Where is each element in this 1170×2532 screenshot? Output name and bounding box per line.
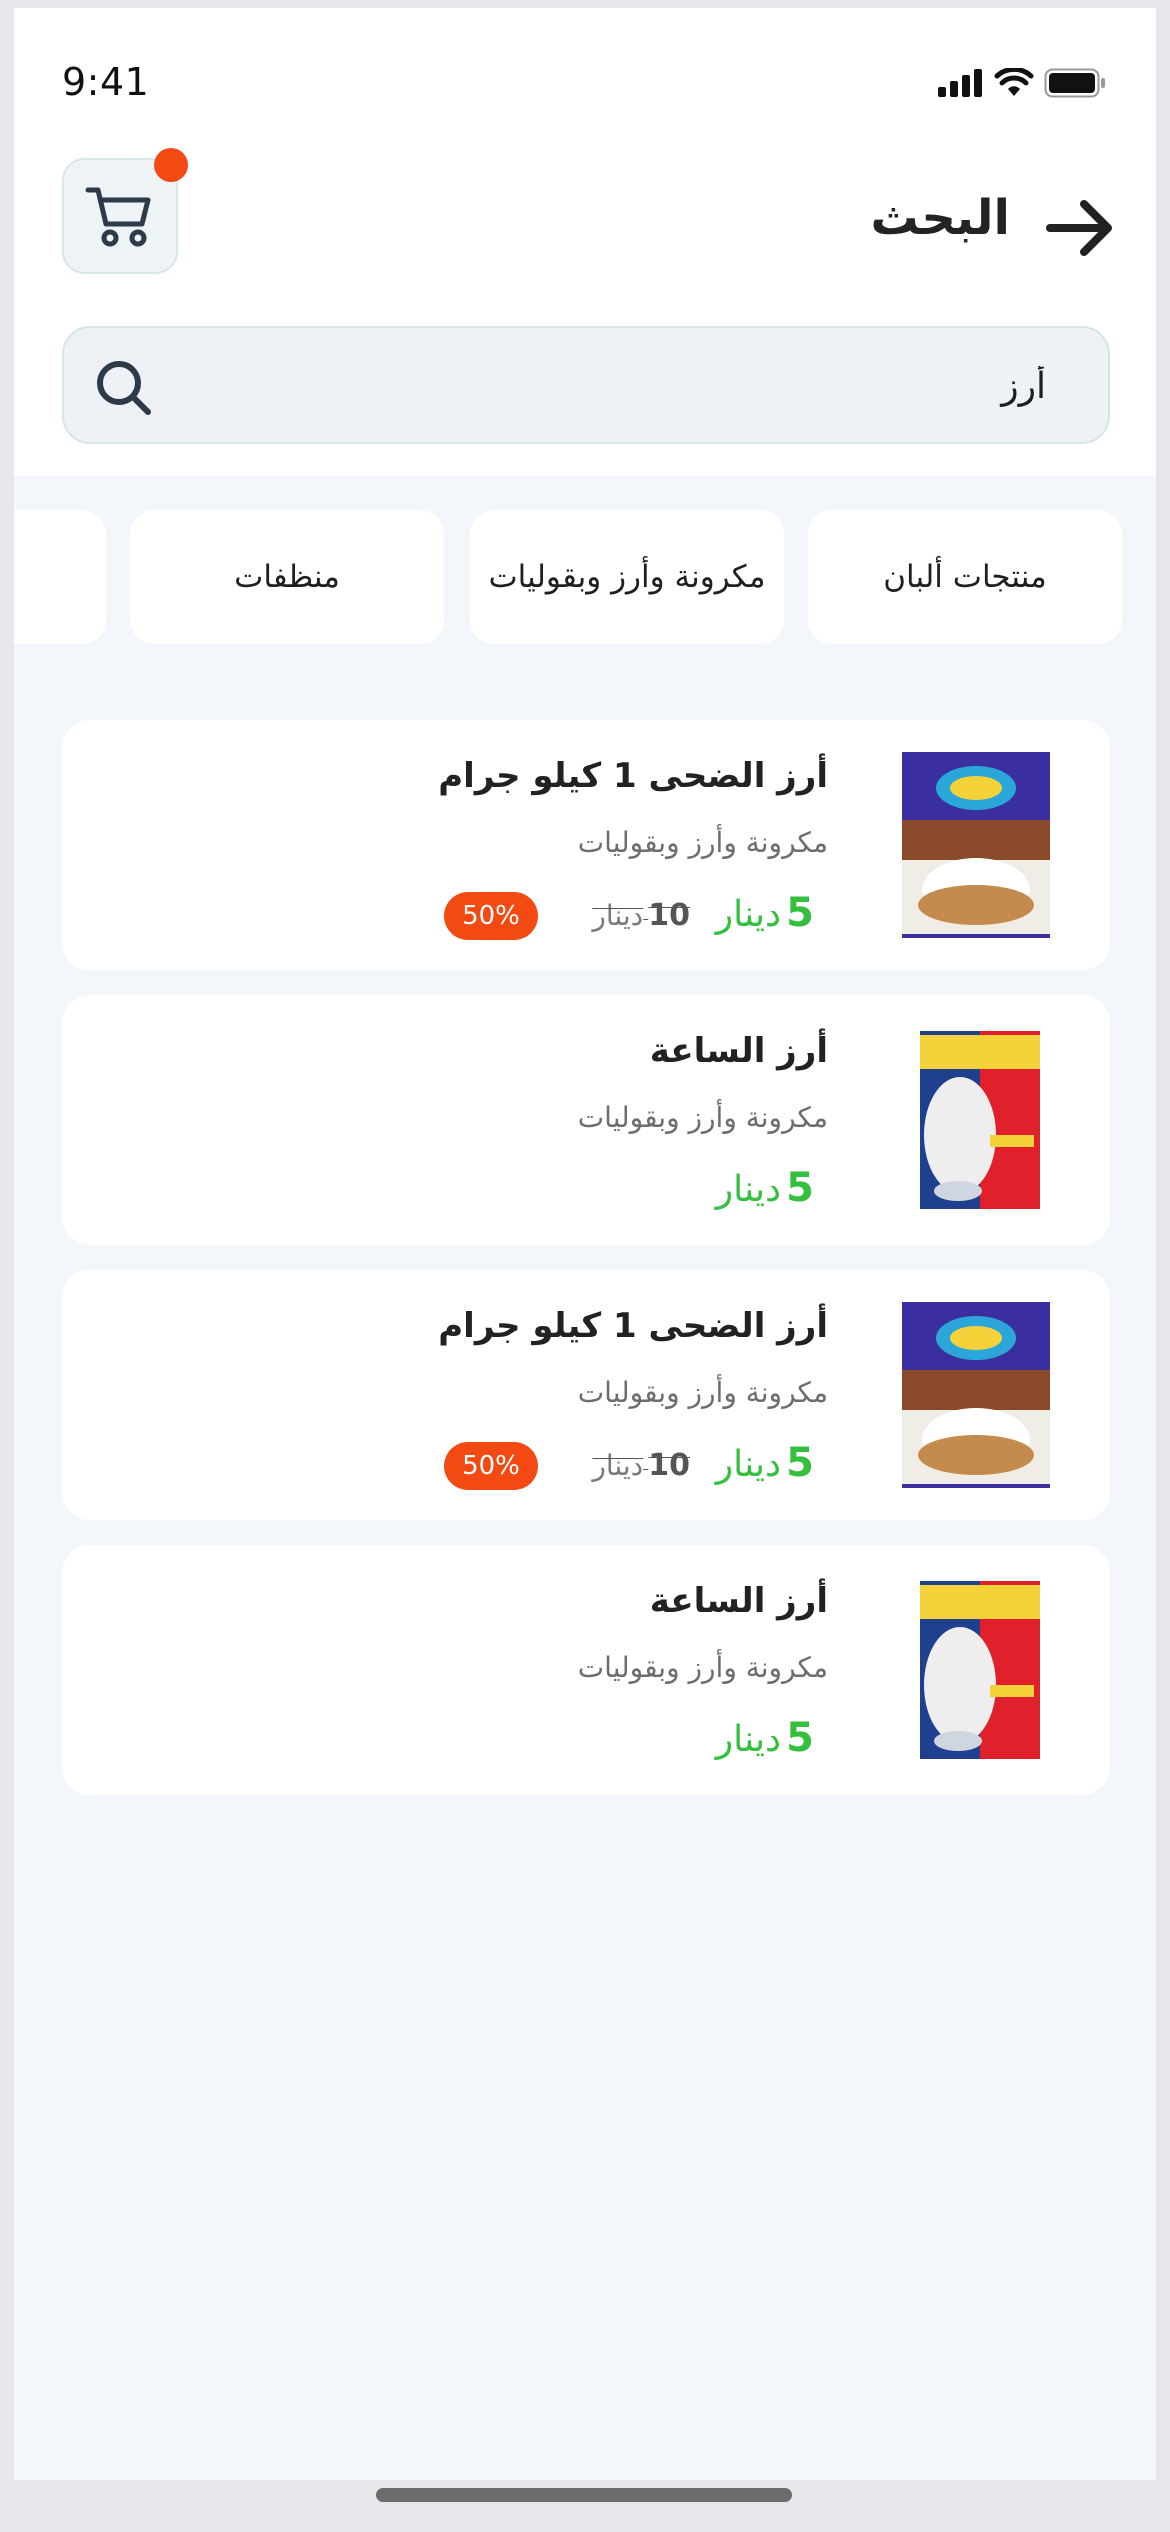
status-icons	[938, 68, 1106, 98]
product-price: 5 دينار	[716, 1440, 814, 1486]
page-title: البحث	[870, 190, 1010, 246]
category-chip-pasta-rice[interactable]: مكرونة وأرز وبقوليات	[470, 510, 784, 644]
product-old-price: 10 دينار	[592, 1448, 690, 1483]
price-currency: دينار	[715, 1169, 782, 1210]
product-name: أرز الساعة	[649, 1031, 828, 1071]
product-category: مكرونة وأرز وبقوليات	[577, 1651, 828, 1684]
product-image-ad-doha-rice	[902, 752, 1050, 938]
old-price-value: 10	[648, 1448, 690, 1483]
product-price: 5 دينار	[716, 890, 814, 936]
battery-icon	[1044, 68, 1105, 98]
price-value: 5	[786, 890, 814, 936]
search-input[interactable]	[244, 328, 1048, 444]
product-card[interactable]: أرز الساعة مكرونة وأرز وبقوليات 5 دينار	[62, 1545, 1110, 1795]
product-category: مكرونة وأرز وبقوليات	[577, 1101, 828, 1134]
discount-badge: 50%	[444, 1442, 538, 1490]
product-image-al-saa-rice	[920, 1581, 1040, 1759]
wifi-icon	[994, 68, 1034, 96]
product-name: أرز الساعة	[649, 1581, 828, 1621]
app-screen: 9:41 البحث أرز منتجات ألبان مكرونة وأرز …	[14, 8, 1156, 2480]
status-time: 9:41	[62, 60, 150, 104]
product-price: 5 دينار	[716, 1165, 814, 1211]
cart-notification-dot	[154, 148, 188, 182]
price-currency: دينار	[715, 1719, 782, 1760]
price-currency: دينار	[715, 894, 782, 935]
product-image-al-saa-rice	[920, 1031, 1040, 1209]
price-currency: دينار	[715, 1444, 782, 1485]
signal-icon	[938, 69, 982, 97]
product-name: أرز الضحى 1 كيلو جرام	[438, 756, 828, 796]
product-card[interactable]: أرز الضحى 1 كيلو جرام مكرونة وأرز وبقولي…	[62, 1270, 1110, 1520]
category-chip-dairy[interactable]: منتجات ألبان	[808, 510, 1122, 644]
cart-button[interactable]	[62, 148, 188, 274]
product-card[interactable]: أرز الضحى 1 كيلو جرام مكرونة وأرز وبقولي…	[62, 720, 1110, 970]
price-value: 5	[786, 1440, 814, 1486]
search-bar	[62, 326, 1110, 444]
back-arrow-icon[interactable]	[1046, 198, 1114, 258]
product-image-ad-doha-rice	[902, 1302, 1050, 1488]
price-value: 5	[786, 1165, 814, 1211]
price-value: 5	[786, 1715, 814, 1761]
discount-badge: 50%	[444, 892, 538, 940]
product-category: مكرونة وأرز وبقوليات	[577, 1376, 828, 1409]
product-old-price: 10 دينار	[592, 898, 690, 933]
product-card[interactable]: أرز الساعة مكرونة وأرز وبقوليات 5 دينار	[62, 995, 1110, 1245]
cart-icon	[85, 187, 151, 247]
search-icon[interactable]	[94, 358, 154, 418]
product-price: 5 دينار	[716, 1715, 814, 1761]
old-price-currency: دينار	[592, 1449, 644, 1482]
old-price-currency: دينار	[592, 899, 644, 932]
category-chip-partial[interactable]	[14, 510, 106, 644]
home-indicator[interactable]	[376, 2488, 792, 2502]
category-chip-cleaners[interactable]: منظفات	[130, 510, 444, 644]
product-name: أرز الضحى 1 كيلو جرام	[438, 1306, 828, 1346]
old-price-value: 10	[648, 898, 690, 933]
product-category: مكرونة وأرز وبقوليات	[577, 826, 828, 859]
